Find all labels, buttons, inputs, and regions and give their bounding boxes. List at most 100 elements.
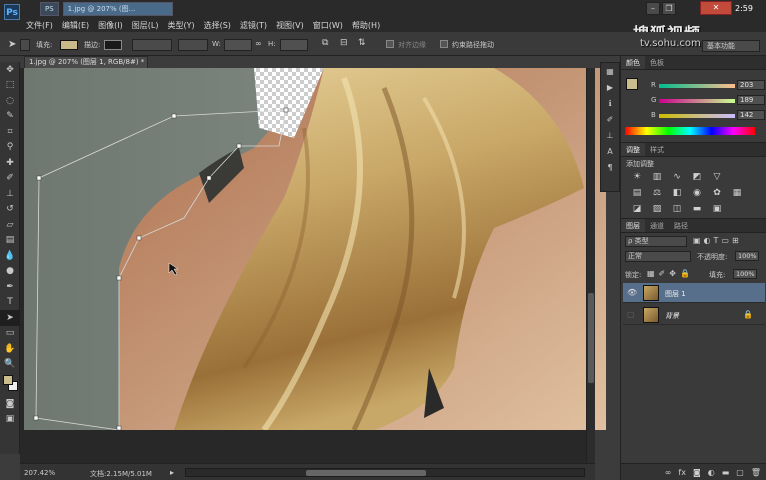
layer-filter-icons[interactable]: ▣◐T▭⊞	[693, 236, 742, 245]
width-input[interactable]	[224, 39, 252, 51]
tab-swatches[interactable]: 色板	[645, 56, 669, 69]
close-button[interactable]: ✕	[700, 1, 732, 15]
red-slider[interactable]	[659, 84, 735, 88]
zoom-level[interactable]: 207.42%	[24, 469, 55, 477]
delete-layer-icon[interactable]: 🗑	[751, 468, 761, 477]
eyedropper-tool-icon[interactable]: ⚲	[0, 140, 20, 156]
tab-adjustments[interactable]: 调整	[621, 143, 645, 156]
zoom-tool-icon[interactable]: 🔍	[0, 357, 20, 373]
workspace-switcher[interactable]: 基本功能	[702, 40, 760, 52]
brush-tool-icon[interactable]: ✐	[0, 171, 20, 187]
history-brush-tool-icon[interactable]: ↺	[0, 202, 20, 218]
layer-row-layer1[interactable]: 👁 图层 1	[623, 283, 765, 303]
tab-styles[interactable]: 样式	[645, 143, 669, 156]
color-spectrum-ramp[interactable]	[625, 127, 755, 135]
gradient-map-icon[interactable]: ▬	[691, 203, 703, 215]
photoshop-logo[interactable]: Ps	[4, 4, 20, 20]
path-alignment-icon[interactable]: ⊟	[340, 38, 348, 48]
crop-tool-icon[interactable]: ⌗	[0, 124, 20, 140]
fill-swatch[interactable]	[60, 40, 78, 50]
color-panel-swatches[interactable]	[626, 78, 644, 96]
visibility-eye-icon[interactable]: 👁	[627, 288, 637, 298]
visibility-eye-icon[interactable]: ▢	[627, 310, 637, 320]
path-operations-icon[interactable]: ⧉	[322, 38, 328, 48]
new-layer-icon[interactable]: ▢	[736, 468, 744, 477]
menu-edit[interactable]: 编辑(E)	[62, 20, 89, 31]
photo-filter-icon[interactable]: ◉	[691, 187, 703, 199]
green-slider[interactable]	[659, 99, 735, 103]
link-icon[interactable]: ∞	[255, 39, 262, 48]
link-layers-icon[interactable]: ∞	[665, 468, 672, 477]
actions-panel-icon[interactable]: ▶	[601, 79, 619, 95]
lasso-tool-icon[interactable]: ◌	[0, 93, 20, 109]
menu-file[interactable]: 文件(F)	[26, 20, 53, 31]
lock-options-icons[interactable]: ▦✐✥🔒	[647, 269, 694, 278]
status-menu-arrow-icon[interactable]: ▸	[170, 468, 174, 477]
restore-button[interactable]: ❐	[662, 2, 676, 15]
layer-filter-dropdown[interactable]: ρ 类型	[625, 236, 687, 247]
green-value[interactable]: 189	[737, 95, 765, 105]
blur-tool-icon[interactable]: 💧	[0, 248, 20, 264]
menu-image[interactable]: 图像(I)	[98, 20, 123, 31]
menu-layer[interactable]: 图层(L)	[132, 20, 159, 31]
horizontal-scrollbar[interactable]	[185, 468, 585, 477]
hand-tool-icon[interactable]: ✋	[0, 341, 20, 357]
levels-icon[interactable]: ▥	[651, 171, 663, 183]
document-tab[interactable]: 1.jpg @ 207% (图层 1, RGB/8#) *	[24, 56, 148, 68]
paragraph-panel-icon[interactable]: ¶	[601, 159, 619, 175]
selective-color-icon[interactable]: ▣	[711, 203, 723, 215]
stroke-swatch[interactable]	[104, 40, 122, 50]
quick-mask-icon[interactable]: ◙	[0, 396, 20, 412]
eraser-tool-icon[interactable]: ▱	[0, 217, 20, 233]
blue-value[interactable]: 142	[737, 110, 765, 120]
height-input[interactable]	[280, 39, 308, 51]
color-panel-fg-swatch[interactable]	[626, 78, 638, 90]
tab-channels[interactable]: 通道	[645, 219, 669, 232]
menu-help[interactable]: 帮助(H)	[352, 20, 380, 31]
opacity-input[interactable]: 100%	[735, 251, 759, 261]
layer-style-icon[interactable]: fx	[678, 468, 686, 477]
document-size[interactable]: 文档:2.15M/5.01M	[90, 469, 152, 479]
stroke-type-dropdown[interactable]	[178, 39, 208, 51]
healing-brush-tool-icon[interactable]: ✚	[0, 155, 20, 171]
layer-row-background[interactable]: ▢ 背景 🔒	[623, 305, 765, 325]
channel-mixer-icon[interactable]: ✿	[711, 187, 723, 199]
tab-layers[interactable]: 图层	[621, 219, 645, 232]
red-value[interactable]: 203	[737, 80, 765, 90]
vertical-scroll-thumb[interactable]	[588, 293, 594, 383]
tab-color[interactable]: 颜色	[621, 56, 645, 69]
constrain-path-checkbox[interactable]	[440, 40, 448, 48]
horizontal-scroll-thumb[interactable]	[306, 470, 426, 476]
menu-select[interactable]: 选择(S)	[204, 20, 231, 31]
type-tool-icon[interactable]: T	[0, 295, 20, 311]
blue-slider[interactable]	[659, 114, 735, 118]
taskbar-tab-ps[interactable]: PS	[40, 2, 59, 16]
path-arrangement-icon[interactable]: ⇅	[358, 38, 366, 48]
exposure-icon[interactable]: ◩	[691, 171, 703, 183]
tab-paths[interactable]: 路径	[669, 219, 693, 232]
color-balance-icon[interactable]: ⚖	[651, 187, 663, 199]
move-tool-icon[interactable]: ✥	[0, 62, 20, 78]
screen-mode-icon[interactable]: ▣	[0, 412, 20, 428]
history-panel-icon[interactable]: ▦	[601, 63, 619, 79]
pen-tool-icon[interactable]: ✒	[0, 279, 20, 295]
brightness-icon[interactable]: ☀	[631, 171, 643, 183]
align-edges-checkbox[interactable]	[386, 40, 394, 48]
menu-window[interactable]: 窗口(W)	[313, 20, 343, 31]
stroke-width-dropdown[interactable]	[132, 39, 172, 51]
curves-icon[interactable]: ∿	[671, 171, 683, 183]
vertical-scrollbar[interactable]	[586, 68, 595, 463]
vibrance-icon[interactable]: ▽	[711, 171, 723, 183]
new-group-icon[interactable]: ▬	[722, 468, 730, 477]
image-canvas[interactable]	[24, 68, 606, 430]
fill-input[interactable]: 100%	[733, 269, 757, 279]
path-selection-tool-icon[interactable]: ➤	[0, 310, 20, 326]
gradient-tool-icon[interactable]: ▤	[0, 233, 20, 249]
character-panel-icon[interactable]: A	[601, 143, 619, 159]
invert-icon[interactable]: ◪	[631, 203, 643, 215]
shape-tool-icon[interactable]: ▭	[0, 326, 20, 342]
menu-type[interactable]: 类型(Y)	[167, 20, 194, 31]
properties-panel-icon[interactable]: ℹ	[601, 95, 619, 111]
brush-panel-icon[interactable]: ✐	[601, 111, 619, 127]
menu-filter[interactable]: 滤镜(T)	[240, 20, 267, 31]
